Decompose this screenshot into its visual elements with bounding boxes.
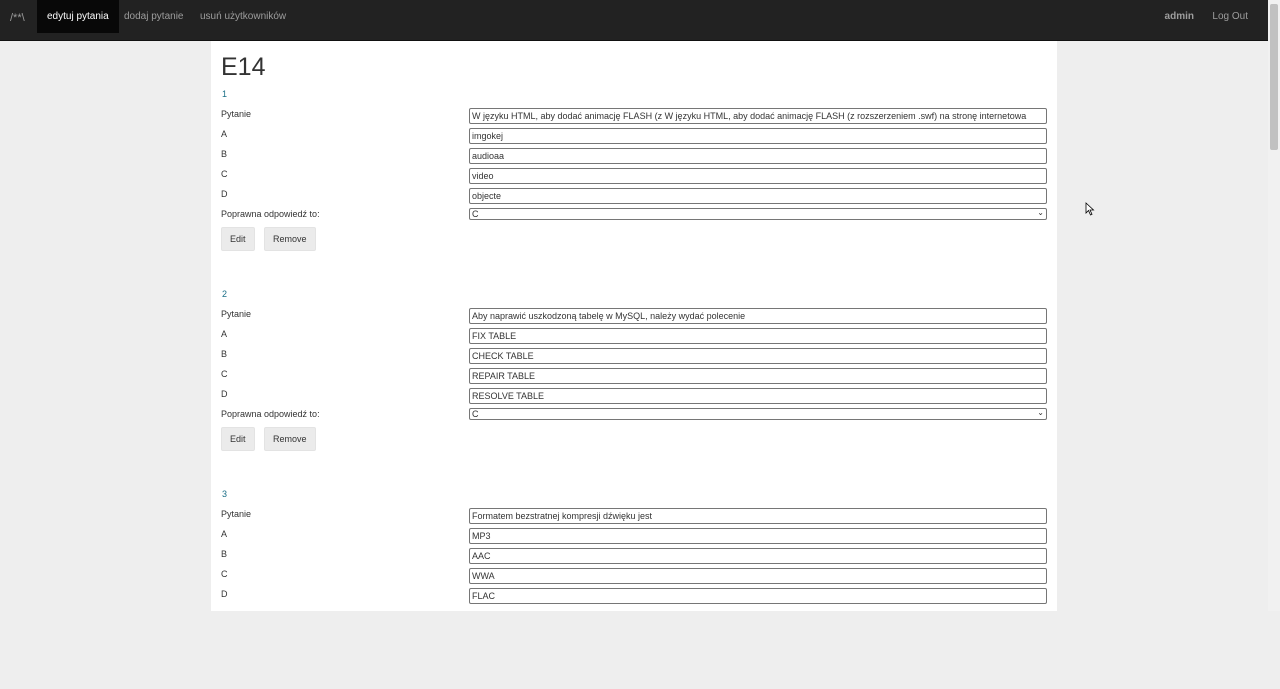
answer-b-label: B xyxy=(221,349,228,359)
answer-c-label: C xyxy=(221,169,228,179)
question-label: Pytanie xyxy=(221,309,252,319)
brand-link[interactable]: /**\ xyxy=(10,12,25,24)
question-number: 2 xyxy=(222,289,228,299)
answer-b-label: B xyxy=(221,549,228,559)
correct-answer-value: C xyxy=(472,209,479,219)
answer-b-input[interactable]: audioaa xyxy=(469,148,1047,164)
mouse-cursor-icon xyxy=(1085,202,1095,216)
correct-answer-label: Poprawna odpowiedź to: xyxy=(221,209,320,219)
chevron-down-icon: ⌄ xyxy=(1037,408,1044,417)
correct-answer-select[interactable]: C ⌄ xyxy=(469,208,1047,220)
answer-a-input[interactable]: FIX TABLE xyxy=(469,328,1047,344)
question-input[interactable]: Aby naprawić uszkodzoną tabelę w MySQL, … xyxy=(469,308,1047,324)
question-number: 1 xyxy=(222,89,228,99)
answer-c-label: C xyxy=(221,569,228,579)
answer-d-input[interactable]: RESOLVE TABLE xyxy=(469,388,1047,404)
answer-a-label: A xyxy=(221,329,228,339)
answer-d-input[interactable]: FLAC xyxy=(469,588,1047,604)
question-label: Pytanie xyxy=(221,509,252,519)
correct-answer-select[interactable]: C ⌄ xyxy=(469,408,1047,420)
answer-d-label: D xyxy=(221,589,228,599)
edit-button[interactable]: Edit xyxy=(221,227,255,251)
question-block: 2 Pytanie Aby naprawić uszkodzoną tabelę… xyxy=(211,289,1057,489)
remove-button[interactable]: Remove xyxy=(264,427,316,451)
question-block: 1 Pytanie W języku HTML, aby dodać anima… xyxy=(211,89,1057,289)
navbar: /**\ edytuj pytania dodaj pytanie usuń u… xyxy=(0,0,1268,41)
answer-d-input[interactable]: objecte xyxy=(469,188,1047,204)
page-scrollbar[interactable] xyxy=(1268,0,1280,611)
answer-c-input[interactable]: video xyxy=(469,168,1047,184)
main-content: E14 1 Pytanie W języku HTML, aby dodać a… xyxy=(211,41,1057,611)
question-input[interactable]: Formatem bezstratnej kompresji dźwięku j… xyxy=(469,508,1047,524)
answer-a-input[interactable]: imgokej xyxy=(469,128,1047,144)
scrollbar-thumb[interactable] xyxy=(1270,4,1278,150)
chevron-down-icon: ⌄ xyxy=(1037,208,1044,217)
answer-a-label: A xyxy=(221,529,228,539)
answer-c-label: C xyxy=(221,369,228,379)
nav-edit-questions[interactable]: edytuj pytania xyxy=(37,0,119,33)
answer-a-input[interactable]: MP3 xyxy=(469,528,1047,544)
answer-d-label: D xyxy=(221,189,228,199)
remove-button[interactable]: Remove xyxy=(264,227,316,251)
answer-a-label: A xyxy=(221,129,228,139)
answer-b-input[interactable]: AAC xyxy=(469,548,1047,564)
edit-button[interactable]: Edit xyxy=(221,427,255,451)
question-block: 3 Pytanie Formatem bezstratnej kompresji… xyxy=(211,489,1057,689)
answer-b-input[interactable]: CHECK TABLE xyxy=(469,348,1047,364)
correct-answer-value: C xyxy=(472,409,479,419)
nav-add-question[interactable]: dodaj pytanie xyxy=(114,0,194,33)
correct-answer-label: Poprawna odpowiedź to: xyxy=(221,409,320,419)
question-input[interactable]: W języku HTML, aby dodać animację FLASH … xyxy=(469,108,1047,124)
user-link[interactable]: admin xyxy=(1165,0,1194,33)
page-title: E14 xyxy=(221,53,266,81)
question-number: 3 xyxy=(222,489,228,499)
answer-d-label: D xyxy=(221,389,228,399)
question-label: Pytanie xyxy=(221,109,252,119)
answer-b-label: B xyxy=(221,149,228,159)
answer-c-input[interactable]: WWA xyxy=(469,568,1047,584)
nav-remove-users[interactable]: usuń użytkowników xyxy=(190,0,296,33)
answer-c-input[interactable]: REPAIR TABLE xyxy=(469,368,1047,384)
logout-link[interactable]: Log Out xyxy=(1212,0,1248,33)
